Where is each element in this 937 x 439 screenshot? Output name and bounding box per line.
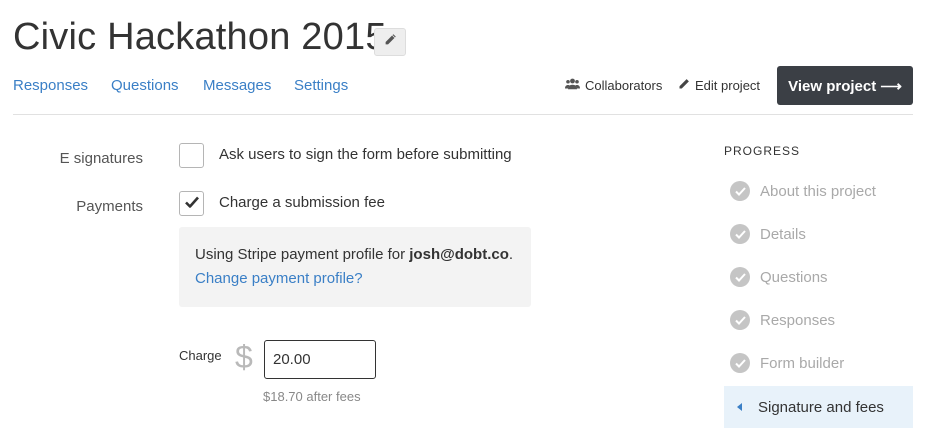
check-circle-icon bbox=[730, 310, 750, 330]
progress-item-label: Responses bbox=[760, 311, 836, 329]
after-fees-text: $18.70 after fees bbox=[263, 389, 361, 404]
header-divider bbox=[13, 114, 913, 115]
check-circle-icon bbox=[730, 353, 750, 373]
esignatures-text: Ask users to sign the form before submit… bbox=[219, 146, 512, 163]
view-project-button[interactable]: View project ⟶ bbox=[777, 66, 913, 105]
stripe-suffix: . bbox=[508, 246, 514, 263]
edit-project-link[interactable]: Edit project bbox=[678, 78, 760, 93]
charge-label: Charge bbox=[179, 348, 222, 363]
tab-messages[interactable]: Messages bbox=[203, 77, 271, 94]
charge-input[interactable] bbox=[264, 340, 376, 379]
stripe-email: josh@dobt.co bbox=[409, 246, 509, 263]
stripe-profile-box: Using Stripe payment profile for josh@do… bbox=[179, 227, 531, 307]
collaborators-label: Collaborators bbox=[585, 78, 663, 93]
pencil-icon bbox=[678, 78, 690, 93]
tab-responses[interactable]: Responses bbox=[13, 77, 88, 94]
page-title: Civic Hackathon 2015 bbox=[13, 16, 387, 58]
currency-symbol: $ bbox=[235, 339, 253, 375]
payments-label: Payments bbox=[76, 198, 143, 215]
progress-title: PROGRESS bbox=[724, 144, 801, 158]
progress-item-about[interactable]: About this project bbox=[724, 170, 913, 212]
progress-item-label: Questions bbox=[760, 268, 828, 286]
payments-checkbox[interactable] bbox=[179, 191, 204, 216]
edit-title-button[interactable] bbox=[374, 28, 406, 56]
progress-item-label: Form builder bbox=[760, 354, 845, 372]
progress-item-signature-fees[interactable]: Signature and fees bbox=[724, 386, 913, 428]
progress-item-details[interactable]: Details bbox=[724, 213, 913, 255]
change-payment-profile-link[interactable]: Change payment profile? bbox=[195, 270, 363, 287]
progress-item-label: About this project bbox=[760, 182, 876, 200]
progress-item-form-builder[interactable]: Form builder bbox=[724, 342, 913, 384]
pencil-icon bbox=[384, 33, 397, 51]
edit-project-label: Edit project bbox=[695, 78, 761, 93]
stripe-prefix: Using Stripe payment profile for bbox=[195, 246, 410, 263]
tab-settings[interactable]: Settings bbox=[294, 77, 348, 94]
progress-item-questions[interactable]: Questions bbox=[724, 256, 913, 298]
progress-item-label: Signature and fees bbox=[758, 398, 884, 416]
caret-left-icon bbox=[737, 403, 742, 411]
checkmark-icon bbox=[184, 195, 199, 213]
progress-item-label: Details bbox=[760, 225, 806, 243]
payments-text: Charge a submission fee bbox=[219, 194, 385, 211]
tab-questions[interactable]: Questions bbox=[111, 77, 179, 94]
esignatures-label: E signatures bbox=[59, 150, 143, 167]
esignatures-checkbox[interactable] bbox=[179, 143, 204, 168]
check-circle-icon bbox=[730, 224, 750, 244]
check-circle-icon bbox=[730, 181, 750, 201]
check-circle-icon bbox=[730, 267, 750, 287]
collaborators-link[interactable]: Collaborators bbox=[565, 78, 662, 93]
users-icon bbox=[565, 78, 580, 93]
progress-item-responses[interactable]: Responses bbox=[724, 299, 913, 341]
stripe-profile-text: Using Stripe payment profile for josh@do… bbox=[195, 246, 513, 263]
